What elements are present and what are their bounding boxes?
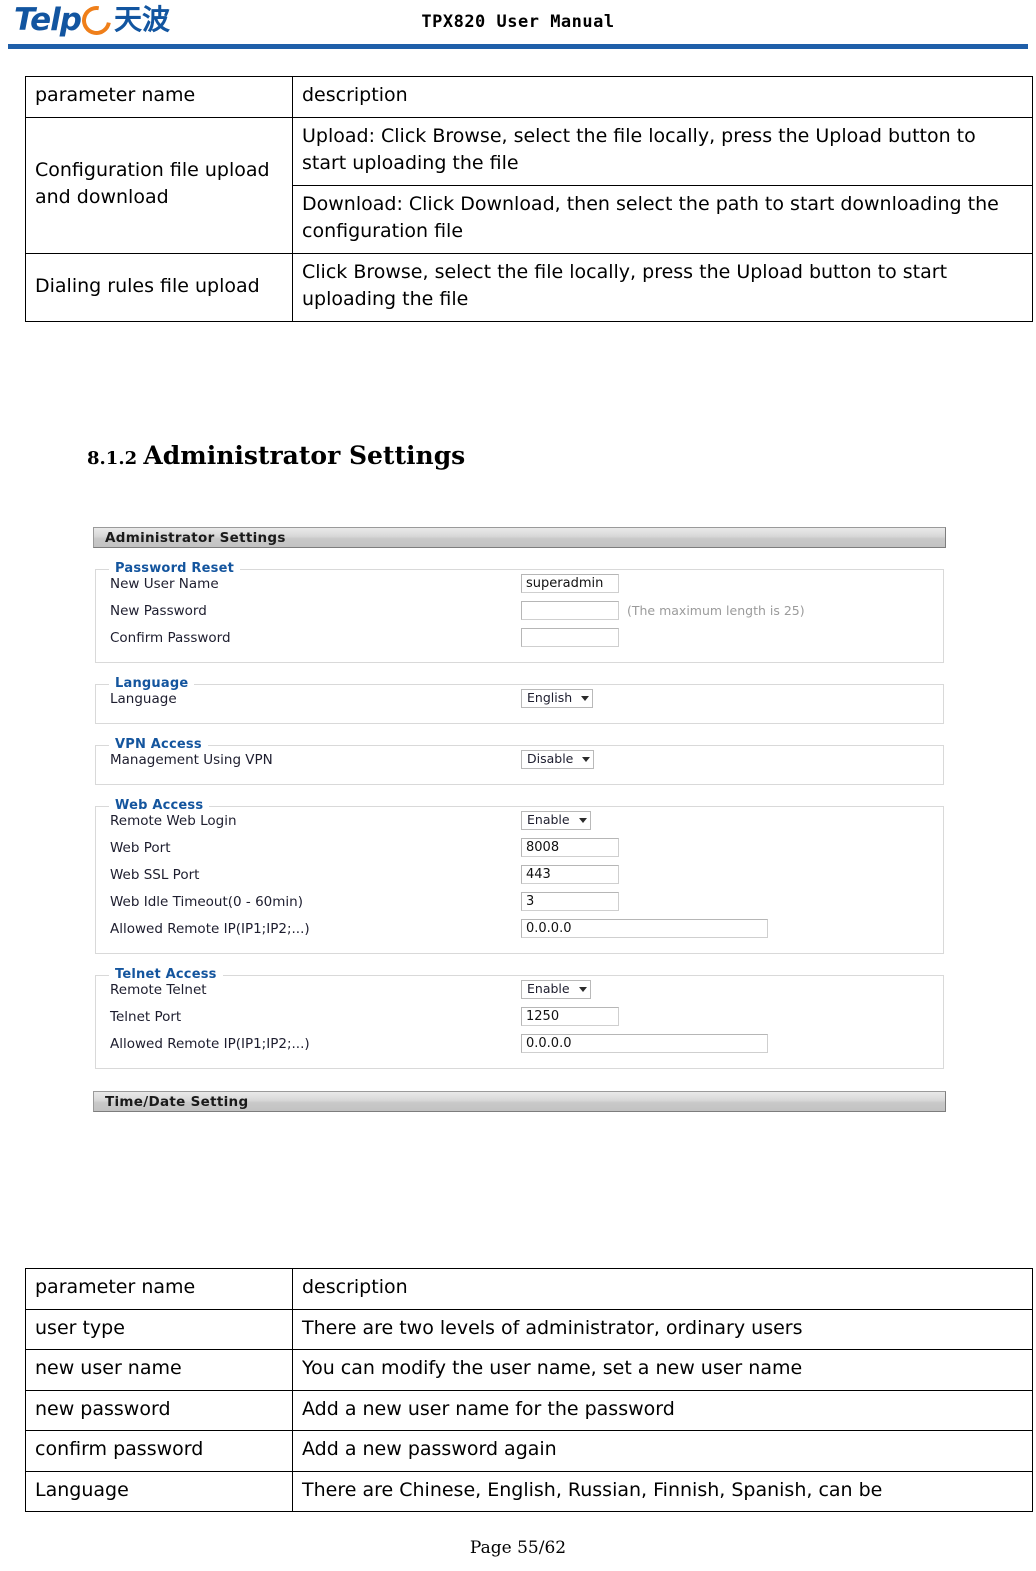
field-row-web-allowed-remote-ip: Allowed Remote IP(IP1;IP2;...) 0.0.0.0 <box>96 915 943 942</box>
page-header: Telp 天波 TPX820 User Manual <box>0 0 1036 52</box>
header-divider <box>8 44 1028 49</box>
remote-telnet-label: Remote Telnet <box>110 981 207 998</box>
vpn-access-legend: VPN Access <box>109 737 208 752</box>
table-row: new user name You can modify the user na… <box>25 1349 1033 1391</box>
table-cell-parameter: new password <box>25 1389 293 1432</box>
telnet-access-legend: Telnet Access <box>109 967 223 982</box>
parameter-table-top: parameter name description Configuration… <box>25 76 1033 322</box>
new-user-name-label: New User Name <box>110 575 219 592</box>
table-cell-description: Download: Click Download, then select th… <box>292 184 1033 254</box>
table-header-description: description <box>292 76 1033 118</box>
web-access-section: Web Access Remote Web Login Enable Web P… <box>95 798 944 954</box>
table-cell-description: Add a new password again <box>292 1430 1033 1472</box>
telnet-allowed-remote-ip-input[interactable]: 0.0.0.0 <box>521 1034 768 1053</box>
table-cell-parameter: Dialing rules file upload <box>25 252 293 322</box>
chevron-down-icon <box>581 696 590 701</box>
table-cell-description: You can modify the user name, set a new … <box>292 1349 1033 1391</box>
language-section: Language Language English <box>95 676 944 724</box>
field-row-web-port: Web Port 8008 <box>96 834 943 861</box>
confirm-password-label: Confirm Password <box>110 629 231 646</box>
web-idle-timeout-input[interactable]: 3 <box>521 892 619 911</box>
table-cell-description: Add a new user name for the password <box>292 1389 1033 1432</box>
web-access-legend: Web Access <box>109 798 210 813</box>
management-using-vpn-label: Management Using VPN <box>110 751 273 768</box>
table-header-description: description <box>292 1268 1033 1310</box>
table-header-row: parameter name description <box>25 1268 1033 1310</box>
language-select[interactable]: English <box>521 689 594 708</box>
field-row-telnet-port: Telnet Port 1250 <box>96 1003 943 1030</box>
confirm-password-input[interactable] <box>521 628 619 647</box>
vpn-access-section: VPN Access Management Using VPN Disable <box>95 737 944 785</box>
web-allowed-remote-ip-label: Allowed Remote IP(IP1;IP2;...) <box>110 920 310 937</box>
table-header-row: parameter name description <box>25 76 1033 118</box>
field-row-web-idle-timeout: Web Idle Timeout(0 - 60min) 3 <box>96 888 943 915</box>
table-cell-parameter: confirm password <box>25 1430 293 1472</box>
table-cell-parameter: user type <box>25 1308 293 1351</box>
table-row: confirm password Add a new password agai… <box>25 1430 1033 1472</box>
field-row-language: Language English <box>96 685 943 712</box>
web-port-input[interactable]: 8008 <box>521 838 619 857</box>
language-select-value: English <box>527 690 573 706</box>
new-user-name-input[interactable]: superadmin <box>521 574 619 593</box>
table-cell-parameter: Language <box>25 1470 293 1513</box>
telnet-port-input[interactable]: 1250 <box>521 1007 619 1026</box>
section-heading: 8.1.2 Administrator Settings <box>87 441 465 470</box>
time-date-setting-bar[interactable]: Time/Date Setting <box>93 1091 946 1112</box>
telnet-access-section: Telnet Access Remote Telnet Enable Telne… <box>95 967 944 1069</box>
table-row: Language There are Chinese, English, Rus… <box>25 1470 1033 1513</box>
section-title: Administrator Settings <box>143 441 466 470</box>
table-cell-description: Click Browse, select the file locally, p… <box>292 252 1033 322</box>
document-title: TPX820 User Manual <box>421 12 615 32</box>
field-row-web-ssl-port: Web SSL Port 443 <box>96 861 943 888</box>
new-password-input[interactable] <box>521 601 619 620</box>
password-reset-legend: Password Reset <box>109 561 241 576</box>
remote-telnet-select[interactable]: Enable <box>521 980 591 999</box>
web-port-label: Web Port <box>110 839 171 856</box>
table-row: Configuration file upload and download U… <box>25 116 1033 254</box>
table-header-parameter: parameter name <box>25 76 293 118</box>
parameter-table-bottom: parameter name description user type The… <box>25 1268 1033 1513</box>
page-footer: Page 55/62 <box>469 1538 567 1558</box>
table-row: Dialing rules file upload Click Browse, … <box>25 252 1033 322</box>
new-password-hint: (The maximum length is 25) <box>627 603 805 618</box>
language-legend: Language <box>109 676 195 691</box>
table-cell-parameter: Configuration file upload and download <box>25 116 293 254</box>
field-row-management-using-vpn: Management Using VPN Disable <box>96 746 943 773</box>
web-idle-timeout-label: Web Idle Timeout(0 - 60min) <box>110 893 303 910</box>
telnet-allowed-remote-ip-label: Allowed Remote IP(IP1;IP2;...) <box>110 1035 310 1052</box>
table-row: new password Add a new user name for the… <box>25 1389 1033 1432</box>
admin-settings-screenshot: Administrator Settings Password Reset Ne… <box>93 527 946 1112</box>
table-cell-description: There are Chinese, English, Russian, Fin… <box>292 1470 1033 1513</box>
language-label: Language <box>110 690 177 707</box>
management-using-vpn-select[interactable]: Disable <box>521 750 595 769</box>
web-allowed-remote-ip-input[interactable]: 0.0.0.0 <box>521 919 768 938</box>
field-row-confirm-password: Confirm Password <box>96 624 943 651</box>
chevron-down-icon <box>578 818 587 823</box>
table-cell-description: Upload: Click Browse, select the file lo… <box>292 116 1033 186</box>
web-ssl-port-label: Web SSL Port <box>110 866 200 883</box>
table-row: user type There are two levels of admini… <box>25 1308 1033 1351</box>
chevron-down-icon <box>582 757 591 762</box>
new-password-label: New Password <box>110 602 207 619</box>
table-cell-parameter: new user name <box>25 1349 293 1391</box>
field-row-remote-web-login: Remote Web Login Enable <box>96 807 943 834</box>
password-reset-section: Password Reset New User Name superadmin … <box>95 561 944 663</box>
telnet-port-label: Telnet Port <box>110 1008 182 1025</box>
table-cell-description: There are two levels of administrator, o… <box>292 1308 1033 1351</box>
remote-web-login-value: Enable <box>527 812 570 828</box>
section-number: 8.1.2 <box>87 448 144 469</box>
table-header-parameter: parameter name <box>25 1268 293 1310</box>
field-row-new-password: New Password (The maximum length is 25) <box>96 597 943 624</box>
web-ssl-port-input[interactable]: 443 <box>521 865 619 884</box>
remote-web-login-label: Remote Web Login <box>110 812 237 829</box>
remote-telnet-value: Enable <box>527 981 570 997</box>
management-using-vpn-value: Disable <box>527 751 574 767</box>
remote-web-login-select[interactable]: Enable <box>521 811 591 830</box>
field-row-telnet-allowed-remote-ip: Allowed Remote IP(IP1;IP2;...) 0.0.0.0 <box>96 1030 943 1057</box>
screenshot-title-bar: Administrator Settings <box>93 527 946 548</box>
field-row-remote-telnet: Remote Telnet Enable <box>96 976 943 1003</box>
chevron-down-icon <box>578 987 587 992</box>
